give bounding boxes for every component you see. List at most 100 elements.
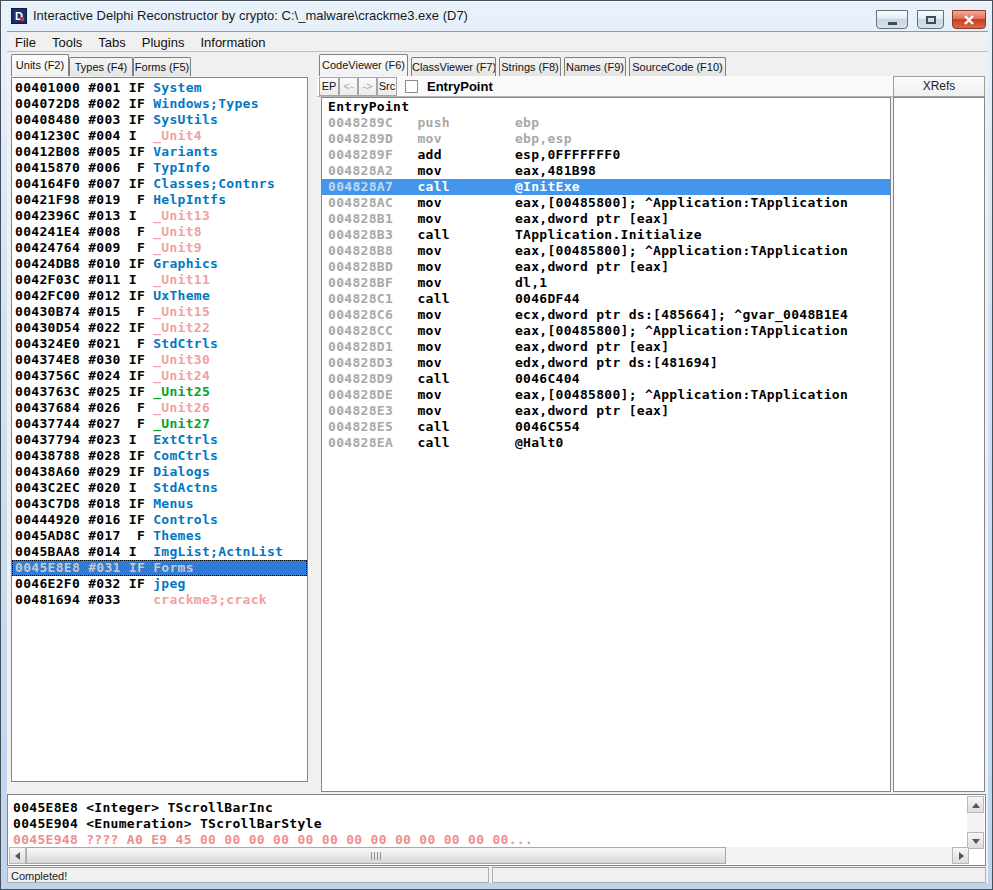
code-address: 004828E3: [328, 403, 417, 418]
unit-row[interactable]: 0041230C #004 I _Unit4: [12, 128, 307, 144]
menu-file[interactable]: File: [7, 32, 44, 52]
tab-types-f4-[interactable]: Types (F4): [69, 57, 133, 76]
tab-codeviewer-f6-[interactable]: CodeViewer (F6): [319, 54, 408, 76]
unit-row[interactable]: 0046E2F0 #032 IF jpeg: [12, 576, 307, 592]
entrypoint-label: EntryPoint: [427, 79, 493, 94]
unit-row[interactable]: 004072D8 #002 IF Windows;Types: [12, 96, 307, 112]
unit-row[interactable]: 0043763C #025 IF _Unit25: [12, 384, 307, 400]
unit-row[interactable]: 00444920 #016 IF Controls: [12, 512, 307, 528]
unit-row[interactable]: 00415870 #006 F TypInfo: [12, 160, 307, 176]
tab-names-f9-[interactable]: Names (F9): [564, 57, 626, 76]
toolbar-button-ep[interactable]: EP: [319, 77, 339, 96]
unit-row[interactable]: 0043756C #024 IF _Unit24: [12, 368, 307, 384]
code-row[interactable]: 0048289D mov ebp,esp: [322, 131, 890, 147]
code-row[interactable]: 004828A2 mov eax,481B98: [322, 163, 890, 179]
code-address: 004828BD: [328, 259, 417, 274]
tab-classviewer-f7-[interactable]: ClassViewer (F7): [411, 57, 496, 76]
code-row[interactable]: 0048289C push ebp: [322, 115, 890, 131]
unit-row[interactable]: 00430B74 #015 F _Unit15: [12, 304, 307, 320]
tab-strings-f8-[interactable]: Strings (F8): [499, 57, 561, 76]
xrefs-header[interactable]: XRefs: [893, 76, 985, 97]
code-row[interactable]: 004828E5 call 0046C554: [322, 419, 890, 435]
scroll-down-button[interactable]: [967, 832, 984, 849]
maximize-icon: [926, 16, 936, 24]
unit-row[interactable]: 00401000 #001 IF System: [12, 80, 307, 96]
unit-row[interactable]: 00438A60 #029 IF Dialogs: [12, 464, 307, 480]
unit-row[interactable]: 0042F03C #011 I _Unit11: [12, 272, 307, 288]
unit-row-meta: 00437794 #023 I: [15, 432, 153, 447]
toolbar-button-forward[interactable]: ->: [358, 77, 377, 96]
unit-row[interactable]: 00481694 #033 crackme3;crack: [12, 592, 307, 608]
unit-row-name: _Unit13: [153, 208, 210, 223]
unit-row[interactable]: 0045AD8C #017 F Themes: [12, 528, 307, 544]
unit-row[interactable]: 004374E8 #030 IF _Unit30: [12, 352, 307, 368]
tab-units-f2-[interactable]: Units (F2): [11, 54, 69, 76]
unit-row[interactable]: 00421F98 #019 F HelpIntfs: [12, 192, 307, 208]
unit-row[interactable]: 0043C2EC #020 I StdActns: [12, 480, 307, 496]
unit-row[interactable]: 00437744 #027 F _Unit27: [12, 416, 307, 432]
code-row[interactable]: 004828B3 call TApplication.Initialize: [322, 227, 890, 243]
info-horizontal-scrollbar[interactable]: [9, 847, 969, 864]
code-row[interactable]: 004828DE mov eax,[00485800]; ^Applicatio…: [322, 387, 890, 403]
caption-buttons: [872, 10, 986, 29]
code-row[interactable]: 004828AC mov eax,[00485800]; ^Applicatio…: [322, 195, 890, 211]
toolbar-button-src[interactable]: Src: [377, 77, 397, 96]
code-row[interactable]: 004828C6 mov ecx,dword ptr ds:[485664]; …: [322, 307, 890, 323]
code-row[interactable]: 004828A7 call @InitExe: [322, 179, 890, 195]
xrefs-list[interactable]: [893, 97, 985, 792]
unit-row[interactable]: 00424764 #009 F _Unit9: [12, 240, 307, 256]
toolbar-button-back[interactable]: <-: [339, 77, 358, 96]
units-list[interactable]: 00401000 #001 IF System004072D8 #002 IF …: [11, 77, 308, 782]
unit-row[interactable]: 00437684 #026 F _Unit26: [12, 400, 307, 416]
unit-row-meta: 00481694 #033: [15, 592, 153, 607]
unit-row[interactable]: 0045E8E8 #031 IF Forms: [12, 560, 307, 576]
info-pane[interactable]: 0045E8E8 <Integer> TScrollBarInc0045E904…: [7, 794, 986, 866]
unit-row[interactable]: 0043C7D8 #018 IF Menus: [12, 496, 307, 512]
scroll-up-button[interactable]: [967, 796, 984, 813]
unit-row[interactable]: 004324E0 #021 F StdCtrls: [12, 336, 307, 352]
unit-row[interactable]: 00437794 #023 I ExtCtrls: [12, 432, 307, 448]
scroll-right-button[interactable]: [952, 847, 969, 864]
code-row[interactable]: 004828EA call @Halt0: [322, 435, 890, 451]
unit-row[interactable]: 00430D54 #022 IF _Unit22: [12, 320, 307, 336]
menu-tabs[interactable]: Tabs: [90, 32, 133, 52]
code-row[interactable]: 004828E3 mov eax,dword ptr [eax]: [322, 403, 890, 419]
maximize-button[interactable]: [917, 10, 944, 29]
unit-row[interactable]: 0045BAA8 #014 I ImgList;ActnList: [12, 544, 307, 560]
unit-row[interactable]: 00424DB8 #010 IF Graphics: [12, 256, 307, 272]
unit-row[interactable]: 00412B08 #005 IF Variants: [12, 144, 307, 160]
unit-row[interactable]: 004241E4 #008 F _Unit8: [12, 224, 307, 240]
code-row[interactable]: 004828B8 mov eax,[00485800]; ^Applicatio…: [322, 243, 890, 259]
unit-row[interactable]: 00408480 #003 IF SysUtils: [12, 112, 307, 128]
src-checkbox[interactable]: [405, 80, 418, 93]
code-row[interactable]: 004828BD mov eax,dword ptr [eax]: [322, 259, 890, 275]
code-row[interactable]: 004828D1 mov eax,dword ptr [eax]: [322, 339, 890, 355]
scroll-left-button[interactable]: [9, 847, 26, 864]
horizontal-scroll-thumb[interactable]: [26, 847, 726, 864]
close-button[interactable]: [952, 10, 986, 29]
menu-plugins[interactable]: Plugins: [134, 32, 193, 52]
title-bar[interactable]: D Interactive Delphi Reconstructor by cr…: [1, 1, 992, 31]
code-row[interactable]: 004828BF mov dl,1: [322, 275, 890, 291]
tab-sourcecode-f10-[interactable]: SourceCode (F10): [629, 57, 726, 76]
menu-information[interactable]: Information: [192, 32, 273, 52]
code-address: 004828E5: [328, 419, 417, 434]
tab-label: ClassViewer (F7): [412, 61, 495, 73]
unit-row[interactable]: 0042FC00 #012 IF UxTheme: [12, 288, 307, 304]
unit-row[interactable]: 004164F0 #007 IF Classes;Contnrs: [12, 176, 307, 192]
code-row[interactable]: 004828D3 mov edx,dword ptr ds:[481694]: [322, 355, 890, 371]
code-viewer[interactable]: EntryPoint0048289C push ebp0048289D mov …: [321, 97, 891, 792]
code-row[interactable]: 004828B1 mov eax,dword ptr [eax]: [322, 211, 890, 227]
tab-forms-f5-[interactable]: Forms (F5): [133, 57, 191, 76]
unit-row[interactable]: 0042396C #013 I _Unit13: [12, 208, 307, 224]
unit-row-name: HelpIntfs: [153, 192, 226, 207]
code-instruction: mov eax,[00485800]; ^Application:TApplic…: [417, 387, 848, 402]
info-vertical-scrollbar[interactable]: [967, 796, 984, 849]
code-row[interactable]: 004828D9 call 0046C404: [322, 371, 890, 387]
code-row[interactable]: 0048289F add esp,0FFFFFFF0: [322, 147, 890, 163]
code-row[interactable]: 004828CC mov eax,[00485800]; ^Applicatio…: [322, 323, 890, 339]
menu-tools[interactable]: Tools: [44, 32, 90, 52]
unit-row[interactable]: 00438788 #028 IF ComCtrls: [12, 448, 307, 464]
minimize-button[interactable]: [876, 10, 908, 29]
code-row[interactable]: 004828C1 call 0046DF44: [322, 291, 890, 307]
